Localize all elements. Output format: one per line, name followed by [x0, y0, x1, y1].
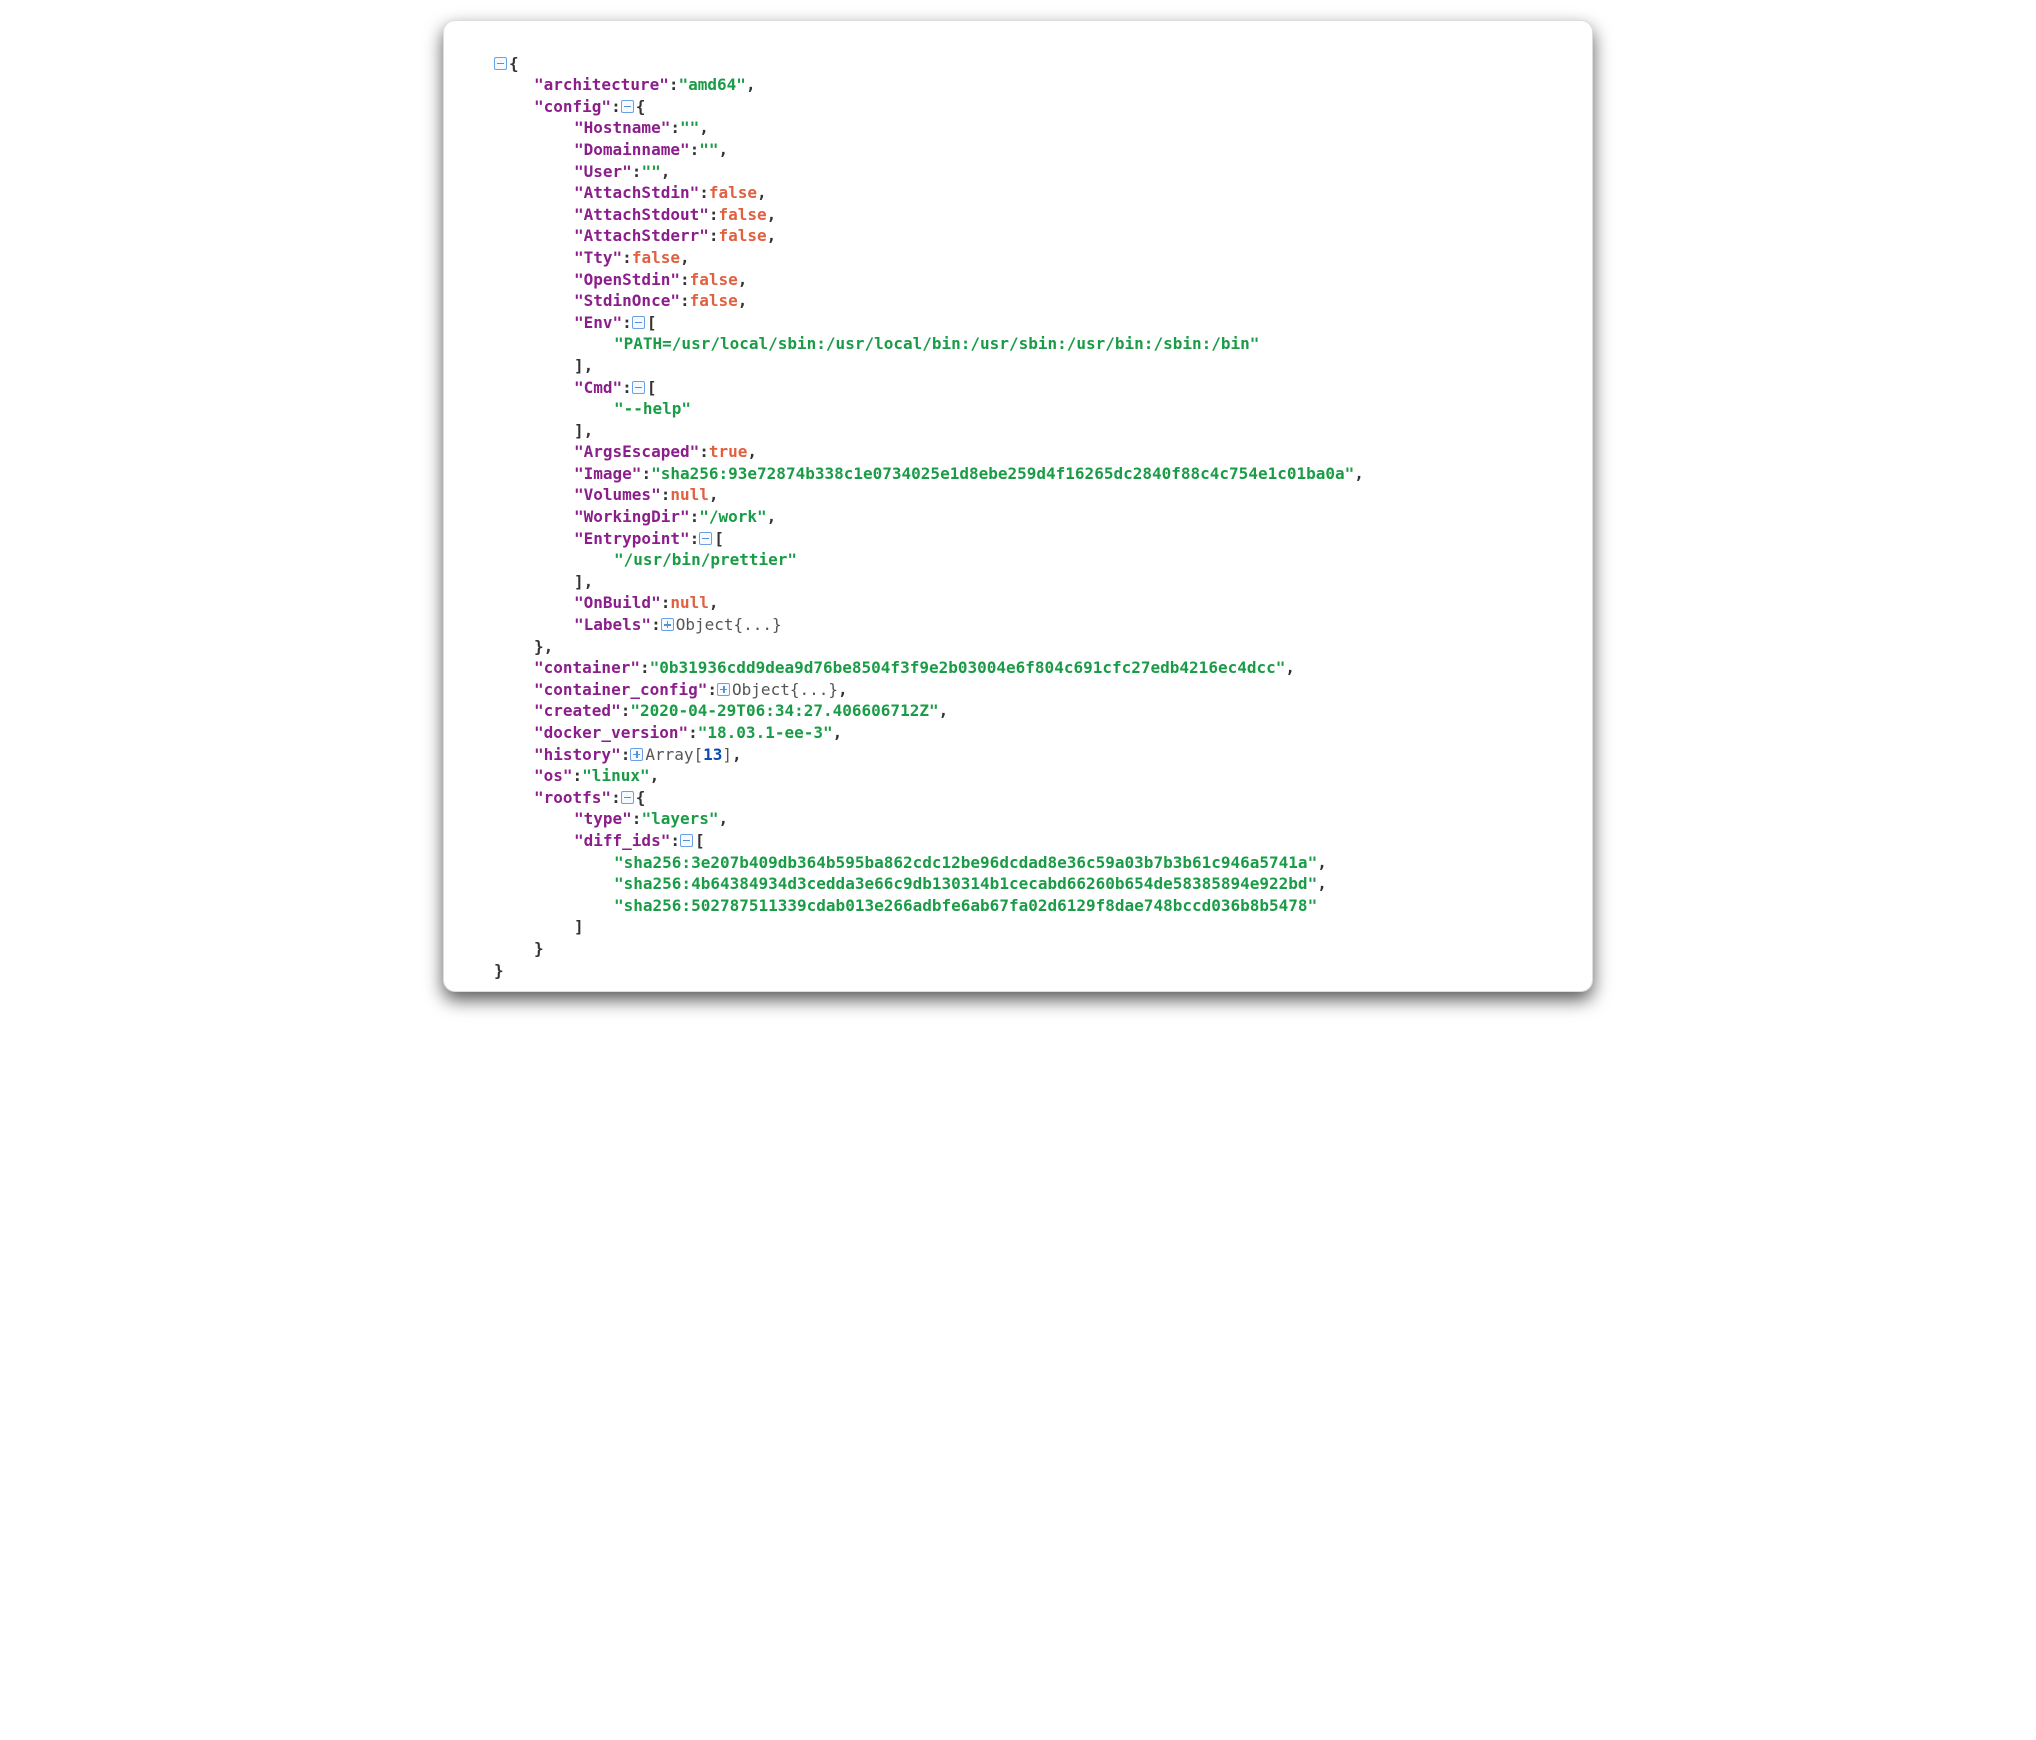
row-env-close: ],: [494, 355, 593, 377]
row-cmd-close: ],: [494, 420, 593, 442]
row-image: "Image":"sha256:93e72874b338c1e0734025e1…: [494, 463, 1364, 485]
collapse-icon[interactable]: [632, 316, 645, 329]
expand-icon[interactable]: [630, 748, 643, 761]
row-diffids-open: "diff_ids":[: [494, 830, 705, 852]
row-entrypoint-open: "Entrypoint":[: [494, 528, 724, 550]
row-container-config: "container_config":Object{...},: [494, 679, 848, 701]
row-cmd-open: "Cmd":[: [494, 377, 656, 399]
row-container: "container":"0b31936cdd9dea9d76be8504f3f…: [494, 657, 1295, 679]
row-user: "User":"",: [494, 161, 670, 183]
expand-icon[interactable]: [661, 618, 674, 631]
collapse-icon[interactable]: [699, 532, 712, 545]
row-openstdin: "OpenStdin":false,: [494, 269, 747, 291]
collapse-icon[interactable]: [494, 57, 507, 70]
row-diffids-item: "sha256:3e207b409db364b595ba862cdc12be96…: [494, 852, 1327, 874]
row-root-open: {: [494, 54, 519, 73]
row-attachstdout: "AttachStdout":false,: [494, 204, 776, 226]
row-workingdir: "WorkingDir":"/work",: [494, 506, 776, 528]
expand-icon[interactable]: [717, 683, 730, 696]
row-cmd-item: "--help": [494, 398, 691, 420]
row-root-close: }: [494, 961, 504, 980]
row-diffids-item: "sha256:502787511339cdab013e266adbfe6ab6…: [494, 895, 1317, 917]
collapse-icon[interactable]: [621, 791, 634, 804]
row-os: "os":"linux",: [494, 765, 659, 787]
row-hostname: "Hostname":"",: [494, 117, 709, 139]
row-stdinonce: "StdinOnce":false,: [494, 290, 747, 312]
row-volumes: "Volumes":null,: [494, 484, 719, 506]
json-viewer: { "architecture":"amd64", "config":{ "Ho…: [454, 31, 1582, 981]
row-config-close: },: [494, 636, 553, 658]
row-entrypoint-item: "/usr/bin/prettier": [494, 549, 797, 571]
row-history: "history":Array[13],: [494, 744, 742, 766]
row-diffids-item: "sha256:4b64384934d3cedda3e66c9db130314b…: [494, 873, 1327, 895]
code-window: { "architecture":"amd64", "config":{ "Ho…: [443, 20, 1593, 992]
row-onbuild: "OnBuild":null,: [494, 592, 719, 614]
row-created: "created":"2020-04-29T06:34:27.406606712…: [494, 700, 948, 722]
row-rootfs-type: "type":"layers",: [494, 808, 728, 830]
row-domainname: "Domainname":"",: [494, 139, 728, 161]
row-env-item: "PATH=/usr/local/sbin:/usr/local/bin:/us…: [494, 333, 1259, 355]
row-diffids-close: ]: [494, 916, 584, 938]
row-rootfs-close: }: [494, 938, 544, 960]
row-labels: "Labels":Object{...}: [494, 614, 782, 636]
row-env-open: "Env":[: [494, 312, 656, 334]
collapse-icon[interactable]: [632, 381, 645, 394]
row-config-key: "config":{: [494, 96, 645, 118]
row-docker-version: "docker_version":"18.03.1-ee-3",: [494, 722, 842, 744]
collapse-icon[interactable]: [621, 100, 634, 113]
row-tty: "Tty":false,: [494, 247, 690, 269]
row-attachstdin: "AttachStdin":false,: [494, 182, 767, 204]
row-entrypoint-close: ],: [494, 571, 593, 593]
row-architecture: "architecture":"amd64",: [494, 74, 756, 96]
row-rootfs-open: "rootfs":{: [494, 787, 645, 809]
row-attachstderr: "AttachStderr":false,: [494, 225, 776, 247]
collapse-icon[interactable]: [680, 834, 693, 847]
row-argsescaped: "ArgsEscaped":true,: [494, 441, 757, 463]
